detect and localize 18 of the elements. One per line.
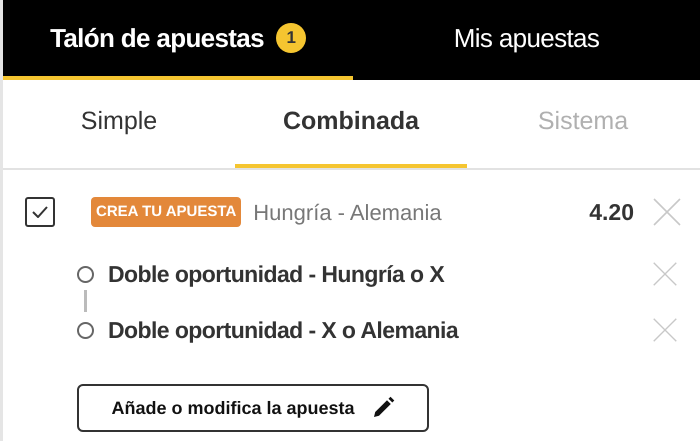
tag: CREA TU APUESTA (91, 196, 242, 228)
edit-bet-button[interactable]: Añade o modifica la apuesta (77, 384, 429, 432)
count-badge: 1 (276, 23, 306, 53)
leg-marker (77, 322, 94, 338)
odds: 4.20 (589, 198, 634, 227)
close-icon[interactable] (652, 261, 678, 287)
leg-label: Doble oportunidad - X o Alemania (108, 316, 458, 345)
close-icon[interactable] (652, 197, 682, 227)
checkbox[interactable] (25, 197, 55, 227)
tab[interactable]: Mis apuestas (353, 0, 700, 80)
event-name: Hungría - Alemania (253, 198, 442, 227)
leg-label: Doble oportunidad - Hungría o X (108, 260, 444, 289)
close-icon[interactable] (652, 317, 678, 343)
tab[interactable]: Talón de apuestas 1 (3, 0, 353, 80)
tab[interactable]: Combinada (235, 80, 467, 168)
check-icon (32, 206, 48, 218)
tab[interactable]: Simple (3, 80, 235, 168)
leg-marker (77, 266, 94, 282)
